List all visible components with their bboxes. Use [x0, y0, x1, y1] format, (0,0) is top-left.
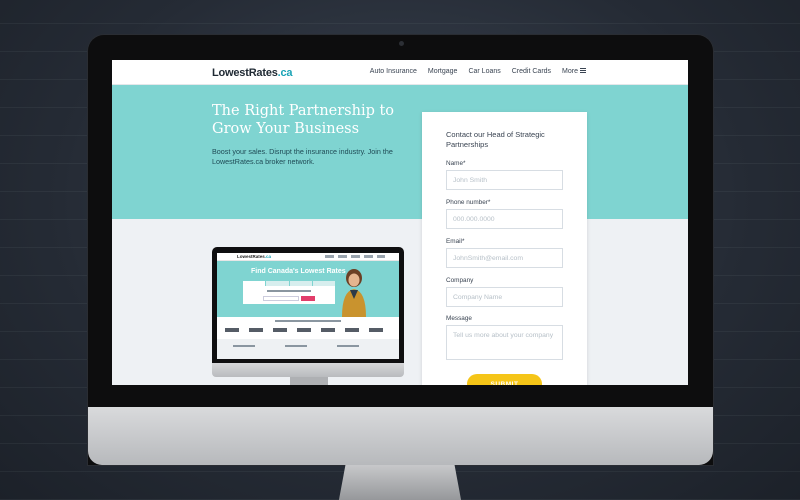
mini-logo-suffix: .ca — [264, 254, 272, 259]
nav-more-label: More — [562, 68, 578, 75]
laptop-preview-base — [212, 363, 404, 377]
mini-input — [263, 296, 299, 301]
name-label: Name* — [446, 160, 466, 167]
nav-links: Auto Insurance Mortgage Car Loans Credit… — [370, 68, 586, 75]
logo-suffix: .ca — [277, 67, 293, 79]
hero-subtitle: Boost your sales. Disrupt the insurance … — [212, 147, 393, 166]
phone-input[interactable] — [446, 209, 563, 229]
company-label: Company — [446, 277, 474, 284]
nav-link-car-loans[interactable]: Car Loans — [468, 68, 500, 75]
mini-hero: Find Canada's Lowest Rates — [217, 261, 399, 317]
site-logo[interactable]: LowestRates.ca — [212, 67, 293, 79]
hamburger-icon — [580, 68, 586, 73]
contact-form: Contact our Head of Strategic Partnershi… — [422, 112, 587, 385]
hero-title: The Right Partnership to Grow Your Busin… — [212, 103, 395, 137]
mini-partners-band — [217, 317, 399, 339]
logo-text: LowestRates — [212, 67, 278, 79]
mini-partner-logos — [225, 328, 391, 332]
laptop-preview: LowestRates.ca Find Canada's Lowest Rate… — [212, 247, 404, 363]
mini-nav: LowestRates.ca — [217, 253, 399, 261]
website-screen: LowestRates.ca Auto Insurance Mortgage C… — [112, 60, 688, 385]
laptop-preview-screen: LowestRates.ca Find Canada's Lowest Rate… — [217, 253, 399, 359]
message-label: Message — [446, 315, 472, 322]
top-nav: LowestRates.ca Auto Insurance Mortgage C… — [112, 60, 688, 85]
submit-button[interactable]: SUBMIT — [467, 374, 542, 385]
email-label: Email* — [446, 238, 465, 245]
nav-link-auto-insurance[interactable]: Auto Insurance — [370, 68, 417, 75]
mini-footer — [217, 339, 399, 359]
monitor-stand — [338, 465, 462, 500]
email-input[interactable] — [446, 248, 563, 268]
mini-logo-text: LowestRates — [237, 254, 265, 259]
person-photo — [342, 269, 366, 317]
company-input[interactable] — [446, 287, 563, 307]
mini-quote-form — [243, 286, 335, 304]
nav-link-more[interactable]: More — [562, 68, 586, 75]
nav-link-mortgage[interactable]: Mortgage — [428, 68, 458, 75]
phone-label: Phone number* — [446, 199, 491, 206]
camera-icon — [398, 41, 404, 46]
mini-logo: LowestRates.ca — [237, 254, 271, 259]
form-title: Contact our Head of Strategic Partnershi… — [446, 130, 545, 149]
nav-link-credit-cards[interactable]: Credit Cards — [512, 68, 551, 75]
mini-footer-columns — [233, 345, 383, 347]
mini-hero-title: Find Canada's Lowest Rates — [251, 268, 346, 275]
name-input[interactable] — [446, 170, 563, 190]
mini-band-text — [275, 320, 341, 322]
message-textarea[interactable] — [446, 325, 563, 360]
mini-form-text — [267, 290, 311, 292]
mini-nav-links — [325, 255, 385, 258]
mini-button — [301, 296, 315, 301]
monitor-chin — [88, 407, 713, 465]
laptop-preview-stand — [290, 377, 328, 385]
